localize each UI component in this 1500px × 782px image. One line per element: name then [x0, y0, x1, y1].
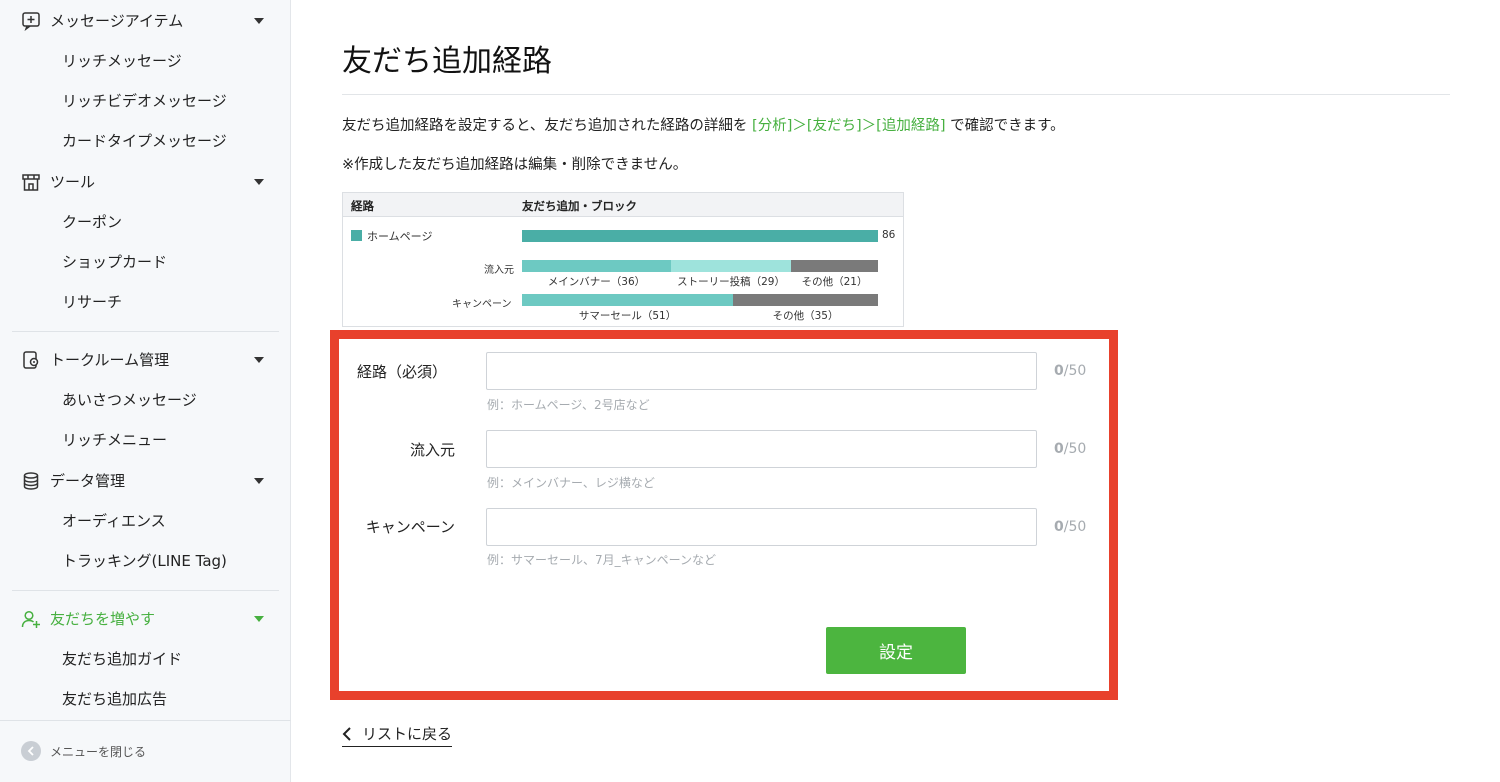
message-add-icon — [22, 12, 40, 31]
source-segment — [791, 260, 878, 272]
route-char-max: /50 — [1063, 363, 1087, 379]
sidebar-divider — [12, 590, 279, 591]
example-header-route: 経路 — [351, 199, 374, 213]
source-label: 流入元 — [409, 441, 455, 459]
description-text: 友だち追加経路を設定すると、友だち追加された経路の詳細を — [342, 118, 753, 134]
chevron-down-icon — [254, 179, 264, 185]
sidebar-group-label: データ管理 — [50, 472, 126, 490]
sidebar-group-label: ツール — [50, 173, 96, 191]
sidebar-group-data-management[interactable]: データ管理 — [0, 461, 291, 501]
source-input[interactable] — [486, 430, 1037, 468]
note-text: ※作成した友だち追加経路は編集・削除できません。 — [342, 157, 688, 173]
example-route-name: ホームページ — [367, 230, 433, 243]
example-source-label: 流入元 — [484, 265, 514, 276]
back-to-list-label: リストに戻る — [362, 725, 453, 743]
campaign-input[interactable] — [486, 508, 1037, 546]
sidebar-group-message-items[interactable]: メッセージアイテム — [0, 1, 291, 41]
source-char-max: /50 — [1063, 441, 1087, 457]
collapse-menu-button[interactable]: メニューを閉じる — [21, 741, 146, 761]
description-text-end: で確認できます。 — [945, 118, 1065, 134]
source-char-counter: 0/50 — [1054, 441, 1086, 457]
chevron-down-icon — [254, 616, 264, 622]
sidebar-item-friend-add-guide[interactable]: 友だち追加ガイド — [62, 641, 282, 677]
sidebar-item-shop-card[interactable]: ショップカード — [62, 244, 282, 280]
campaign-char-counter: 0/50 — [1054, 519, 1086, 535]
source-segment-label: その他（21） — [801, 276, 868, 288]
sidebar-group-label: トークルーム管理 — [50, 351, 170, 369]
sidebar-group-talk-room[interactable]: トークルーム管理 — [0, 340, 291, 380]
source-segment-label: ストーリー投稿（29） — [677, 276, 785, 288]
source-hint: 例：メインバナー、レジ横など — [487, 476, 655, 490]
chevron-left-icon — [342, 726, 351, 741]
example-campaign-label: キャンペーン — [452, 299, 512, 310]
sidebar-item-rich-video-message[interactable]: リッチビデオメッセージ — [62, 83, 282, 119]
sidebar-item-tracking[interactable]: トラッキング(LINE Tag) — [62, 543, 282, 579]
title-divider — [342, 94, 1450, 95]
chevron-down-icon — [254, 478, 264, 484]
example-header-add-block: 友だち追加・ブロック — [522, 199, 637, 213]
example-total-value: 86 — [882, 229, 896, 241]
chevron-down-icon — [254, 357, 264, 363]
sidebar-item-rich-message[interactable]: リッチメッセージ — [62, 43, 282, 79]
analytics-path-link: [分析]＞[友だち]＞[追加経路] — [752, 118, 946, 134]
chevron-down-icon — [254, 18, 264, 24]
description: 友だち追加経路を設定すると、友だち追加された経路の詳細を [分析]＞[友だち]＞… — [342, 114, 1065, 135]
sidebar-item-friend-add-ads[interactable]: 友だち追加広告 — [62, 681, 282, 717]
campaign-segment — [522, 294, 734, 306]
collapse-menu-label: メニューを閉じる — [50, 744, 147, 759]
add-friend-icon — [21, 610, 40, 628]
sidebar: メッセージアイテム リッチメッセージ リッチビデオメッセージ カードタイプメッセ… — [0, 0, 291, 782]
chevron-left-icon — [21, 741, 41, 761]
route-hint: 例：ホームページ、2号店など — [487, 398, 650, 412]
route-label: 経路（必須） — [356, 363, 447, 381]
sidebar-item-rich-menu[interactable]: リッチメニュー — [62, 422, 282, 458]
sidebar-group-tools[interactable]: ツール — [0, 162, 291, 202]
page-title: 友だち追加経路 — [342, 44, 552, 79]
sidebar-item-coupon[interactable]: クーポン — [62, 204, 282, 240]
campaign-char-count: 0 — [1054, 519, 1064, 535]
sidebar-item-research[interactable]: リサーチ — [62, 284, 282, 320]
sidebar-divider — [12, 331, 279, 332]
example-total-bar — [522, 230, 878, 242]
store-icon — [22, 174, 40, 191]
campaign-hint: 例：サマーセール、7月_キャンペーンなど — [487, 553, 717, 567]
source-char-count: 0 — [1054, 441, 1064, 457]
campaign-char-max: /50 — [1063, 519, 1087, 535]
sidebar-item-audience[interactable]: オーディエンス — [62, 503, 282, 539]
sidebar-item-card-type-message[interactable]: カードタイプメッセージ — [62, 123, 282, 159]
source-segment — [522, 260, 672, 272]
sidebar-group-grow-friends[interactable]: 友だちを増やす — [0, 599, 291, 639]
example-header: 経路 友だち追加・ブロック — [343, 193, 903, 217]
route-char-count: 0 — [1054, 363, 1064, 379]
route-input[interactable] — [486, 352, 1037, 390]
sidebar-group-label: メッセージアイテム — [50, 12, 184, 30]
database-icon — [23, 472, 39, 490]
example-illustration: 経路 友だち追加・ブロック ホームページ 86 流入元 メインバナー（36） スト… — [342, 192, 904, 327]
example-legend-swatch — [351, 230, 362, 241]
campaign-segment — [733, 294, 878, 306]
submit-button[interactable]: 設定 — [826, 627, 966, 674]
back-to-list-link[interactable]: リストに戻る — [342, 723, 453, 747]
source-segment — [671, 260, 792, 272]
campaign-label: キャンペーン — [365, 518, 455, 536]
chat-settings-icon — [23, 351, 39, 369]
route-char-counter: 0/50 — [1054, 363, 1086, 379]
source-segment-label: メインバナー（36） — [547, 276, 646, 288]
sidebar-group-label: 友だちを増やす — [50, 610, 156, 628]
sidebar-divider — [0, 720, 291, 721]
campaign-segment-label: その他（35） — [772, 310, 839, 322]
campaign-segment-label: サマーセール（51） — [578, 310, 677, 322]
sidebar-item-greeting-message[interactable]: あいさつメッセージ — [62, 382, 282, 418]
